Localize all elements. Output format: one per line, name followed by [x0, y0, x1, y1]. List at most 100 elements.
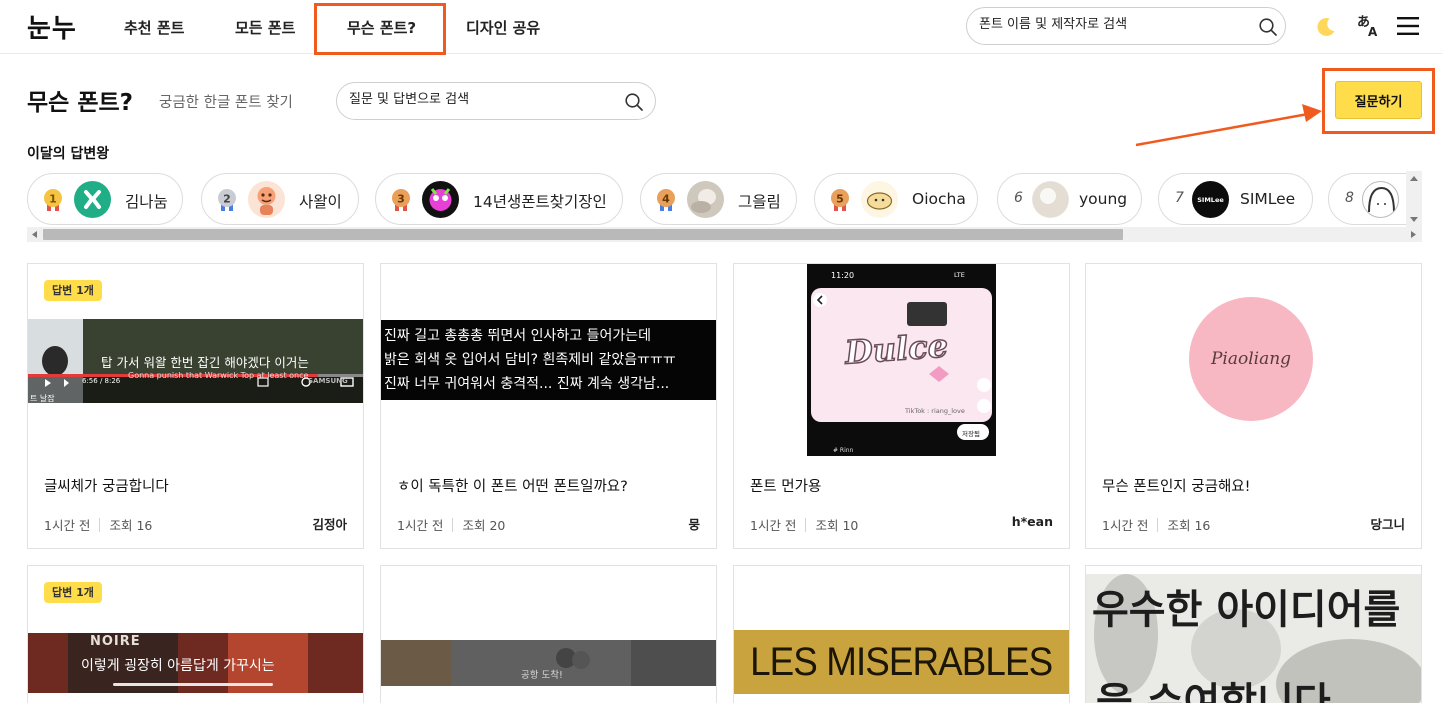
- question-thumbnail: 진짜 길고 총총총 뛰면서 인사하고 들어가는데 밝은 회색 옷 입어서 담비?…: [381, 320, 716, 400]
- avatar: [861, 181, 898, 218]
- author-name[interactable]: 뭉: [688, 514, 700, 533]
- nav-recommended-fonts[interactable]: 추천 폰트: [124, 17, 184, 38]
- annotation-arrow: [1135, 104, 1322, 147]
- logo[interactable]: 눈누: [27, 8, 77, 45]
- question-thumbnail: 공항 도착!: [381, 640, 716, 686]
- les-miserables-title: LES MISERABLES: [750, 639, 1053, 684]
- silver-medal-icon: 2: [218, 189, 236, 211]
- meta-divider: [452, 518, 454, 532]
- view-count: 20: [489, 518, 506, 533]
- question-thumbnail: 11:20 LTE Dulce TikTok : riang_love 저장됨 …: [807, 264, 996, 456]
- avatar: [422, 181, 459, 218]
- video-subtitle: Gonna punish that Warwick Top at least o…: [128, 371, 309, 380]
- posted-time: 1시간 전: [750, 518, 797, 533]
- view-count: 16: [1194, 518, 1211, 533]
- answerer-name: young: [1079, 190, 1128, 208]
- thumbnail-text-line: 을 수여합니다: [1096, 680, 1331, 703]
- question-card[interactable]: LES MISERABLES: [733, 565, 1070, 703]
- answer-count-badge: 답변 1개: [44, 280, 102, 301]
- video-caption: 탑 가서 워왈 한번 잡긴 해야겠다 이거는: [101, 355, 309, 370]
- question-card[interactable]: 진짜 길고 총총총 뛰면서 인사하고 들어가는데 밝은 회색 옷 입어서 담비?…: [380, 263, 717, 549]
- question-card[interactable]: Piaoliang 무슨 폰트인지 궁금해요! 1시간 전 조회 16 당그니: [1085, 263, 1422, 549]
- scroll-left-arrow-icon[interactable]: [31, 230, 39, 239]
- rank-number: 5: [836, 193, 844, 206]
- question-title[interactable]: 글씨체가 궁금합니다: [44, 475, 169, 496]
- avatar: SIMLee: [1192, 181, 1229, 218]
- ranking-chip[interactable]: 4 그을림: [640, 173, 797, 225]
- rank-5-medal-icon: 5: [831, 189, 849, 211]
- ranking-chip[interactable]: 6 young: [997, 173, 1142, 225]
- answerer-name: 14년생폰트찾기장인: [473, 193, 607, 211]
- question-card[interactable]: 11:20 LTE Dulce TikTok : riang_love 저장됨 …: [733, 263, 1070, 549]
- ask-question-button[interactable]: 질문하기: [1335, 81, 1422, 119]
- question-title[interactable]: 무슨 폰트인지 궁금해요!: [1102, 475, 1250, 496]
- posted-time: 1시간 전: [1102, 518, 1149, 533]
- monthly-top-answerers-heading: 이달의 답변왕: [27, 146, 110, 162]
- question-card[interactable]: 우수한 아이디어를 을 수여합니다: [1085, 565, 1422, 703]
- rank-number: 6: [1014, 190, 1023, 206]
- avatar: [1362, 181, 1399, 218]
- video-brand: SAMSUNG: [308, 377, 348, 385]
- video-corner-text: 트 날잡: [30, 394, 55, 403]
- rank-number: 2: [223, 193, 231, 206]
- avatar-logo-text: SIMLee: [1197, 195, 1224, 204]
- gold-medal-icon: 1: [44, 189, 62, 211]
- answerer-name: 김나눔: [125, 193, 168, 211]
- hamburger-menu-icon[interactable]: [1397, 16, 1419, 36]
- author-name[interactable]: 당그니: [1370, 514, 1405, 533]
- question-meta: 1시간 전 조회 20: [397, 515, 505, 534]
- ranking-chip[interactable]: 5 Oiocha: [814, 173, 978, 225]
- qa-search-box: [336, 82, 656, 120]
- dulce-logo-text: Dulce: [843, 326, 950, 373]
- ranking-chip[interactable]: 3 14년생폰트찾기장인: [375, 173, 623, 225]
- answerer-name: 사왈이: [299, 193, 342, 211]
- video-timestamp: 6:56 / 8:26: [82, 377, 121, 385]
- ranking-horizontal-scrollbar[interactable]: [27, 227, 1422, 242]
- question-thumbnail: NOIRE 이렇게 굉장히 아름답게 가꾸시는: [28, 633, 363, 693]
- saved-badge: 저장됨: [962, 430, 980, 438]
- views-label: 조회: [109, 518, 133, 533]
- rank-number: 8: [1345, 190, 1354, 206]
- views-label: 조회: [462, 518, 486, 533]
- dark-mode-moon-icon[interactable]: [1314, 15, 1338, 39]
- rank-number: 7: [1175, 190, 1184, 206]
- ranking-chip[interactable]: 2 사왈이: [201, 173, 359, 225]
- question-card[interactable]: 공항 도착!: [380, 565, 717, 703]
- views-label: 조회: [1167, 518, 1191, 533]
- language-translate-icon[interactable]: あ A: [1356, 12, 1382, 39]
- qa-search-input[interactable]: [349, 92, 619, 107]
- question-meta: 1시간 전 조회 16: [1102, 515, 1210, 534]
- svg-text:A: A: [1368, 25, 1378, 38]
- rank-4-medal-icon: 4: [657, 189, 675, 211]
- question-title[interactable]: 폰트 먼가용: [750, 475, 821, 496]
- rank-number: 3: [397, 193, 405, 206]
- nav-all-fonts[interactable]: 모든 폰트: [235, 17, 295, 38]
- question-card[interactable]: 답변 1개 탑 가서 워왈 한번 잡긴 해야겠다 이거는 Gonna punis…: [27, 263, 364, 549]
- author-name[interactable]: h*ean: [1012, 514, 1053, 529]
- video-caption: 이렇게 굉장히 아름답게 가꾸시는: [81, 658, 275, 674]
- meta-divider: [99, 518, 101, 532]
- meta-divider: [805, 518, 807, 532]
- top-header: 눈누 추천 폰트 모든 폰트 무슨 폰트? 디자인 공유 あ A: [0, 0, 1443, 55]
- answer-count-badge: 답변 1개: [44, 582, 102, 603]
- avatar: [1032, 181, 1069, 218]
- scrollbar-thumb[interactable]: [43, 229, 1123, 240]
- question-card[interactable]: 답변 1개 NOIRE 이렇게 굉장히 아름답게 가꾸시는: [27, 565, 364, 703]
- scroll-right-arrow-icon[interactable]: [1409, 230, 1417, 239]
- tiktok-tag: TikTok : riang_love: [905, 407, 965, 415]
- author-name[interactable]: 김정아: [312, 514, 347, 533]
- question-title[interactable]: ㅎ이 독특한 이 폰트 어떤 폰트일까요?: [397, 475, 628, 496]
- font-search-input[interactable]: [979, 17, 1249, 32]
- video-caption: 공항 도착!: [521, 670, 563, 681]
- view-count: 10: [842, 518, 859, 533]
- search-icon[interactable]: [1258, 17, 1278, 37]
- ranking-chip[interactable]: 1 김나눔: [27, 173, 183, 225]
- nav-design-share[interactable]: 디자인 공유: [466, 17, 540, 38]
- avatar: [687, 181, 724, 218]
- ranking-vertical-scrollbar[interactable]: [1406, 171, 1422, 227]
- page-title: 무슨 폰트?: [27, 90, 133, 116]
- search-icon[interactable]: [624, 92, 644, 112]
- ranking-chip[interactable]: 7 SIMLee SIMLee: [1158, 173, 1313, 225]
- view-count: 16: [136, 518, 153, 533]
- views-label: 조회: [815, 518, 839, 533]
